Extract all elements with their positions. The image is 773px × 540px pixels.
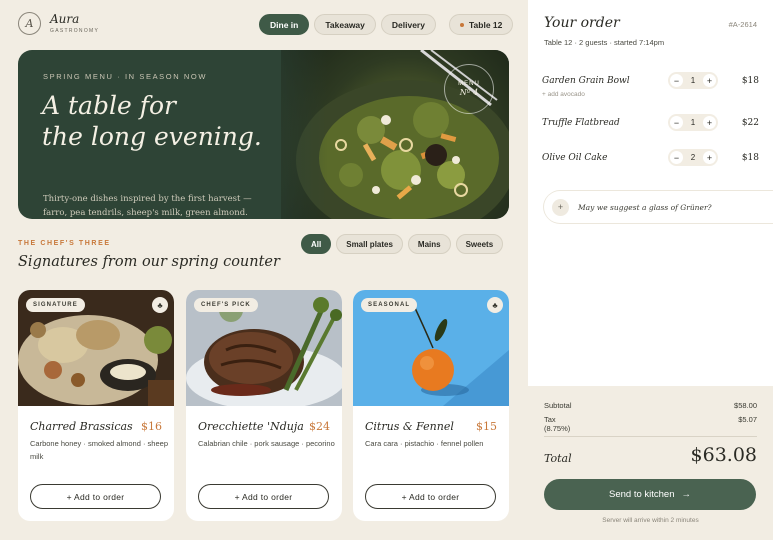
increment-button[interactable]: + bbox=[702, 74, 716, 87]
tax-row: Tax (8.75%) $5.07 bbox=[544, 415, 757, 433]
hero-description: Thirty-one dishes inspired by the first … bbox=[43, 194, 252, 218]
section-kicker: THE CHEF'S THREE bbox=[18, 240, 111, 247]
diet-icon[interactable]: ♣ bbox=[152, 297, 168, 313]
menu-number-badge[interactable]: MENU Nº 4 bbox=[444, 64, 494, 114]
order-panel: Your order #A-2614 Table 12 · 2 guests ·… bbox=[528, 0, 773, 386]
total-value: $63.08 bbox=[690, 444, 757, 466]
server-eta-note: Server will arrive within 2 minutes bbox=[602, 517, 699, 524]
send-label: Send to kitchen bbox=[609, 489, 675, 500]
filter-sweets[interactable]: Sweets bbox=[455, 234, 504, 254]
service-mode-switch: Dine in Takeaway Delivery bbox=[259, 14, 436, 35]
order-id: #A-2614 bbox=[728, 20, 757, 29]
decrement-button[interactable]: − bbox=[670, 116, 683, 129]
add-to-order-button[interactable]: + Add to order bbox=[198, 484, 329, 509]
table-status-dot bbox=[460, 22, 464, 27]
dish-name: Orecchiette 'Nduja bbox=[198, 420, 304, 433]
tax-label: Tax bbox=[544, 415, 556, 424]
order-meta: Table 12 · 2 guests · started 7:14pm bbox=[544, 38, 665, 47]
dish-description: Carbone honey · smoked almond · sheep mi… bbox=[30, 439, 168, 461]
dish-description: Calabrian chile · pork sausage · pecorin… bbox=[198, 439, 335, 448]
brand-name: Aura bbox=[50, 12, 80, 26]
dish-card[interactable]: SEASONAL ♣ Citrus & Fennel $15 Cara cara… bbox=[353, 290, 509, 521]
item-name: Olive Oil Cake bbox=[542, 153, 608, 163]
filter-small-plates[interactable]: Small plates bbox=[336, 234, 403, 254]
quantity-stepper: − 1 + bbox=[668, 114, 718, 131]
mode-dine-in[interactable]: Dine in bbox=[259, 14, 310, 35]
dish-card[interactable]: SIGNATURE ♣ Charred Brassicas $16 Carbon… bbox=[18, 290, 174, 521]
brand-logo-mark: A bbox=[18, 12, 41, 35]
item-modifier[interactable]: + add avocado bbox=[542, 91, 585, 98]
dish-description: Cara cara · pistachio · fennel pollen bbox=[365, 439, 484, 448]
suggestion-text: May we suggest a glass of Grüner? bbox=[578, 202, 712, 212]
send-to-kitchen-button[interactable]: Send to kitchen → bbox=[544, 479, 756, 510]
mode-takeaway[interactable]: Takeaway bbox=[314, 14, 376, 35]
hero-kicker: SPRING MENU · IN SEASON NOW bbox=[43, 72, 208, 81]
table-selector[interactable]: Table 12 bbox=[449, 14, 514, 35]
item-quantity: 2 bbox=[690, 153, 696, 162]
dish-price: $16 bbox=[141, 420, 162, 433]
add-to-order-button[interactable]: + Add to order bbox=[365, 484, 496, 509]
decrement-button[interactable]: − bbox=[670, 151, 683, 164]
hero-banner: SPRING MENU · IN SEASON NOW A table for … bbox=[18, 50, 509, 219]
brand[interactable]: A Aura GASTRONOMY bbox=[18, 12, 99, 35]
tax-rate: (8.75%) bbox=[544, 424, 571, 433]
totals-divider bbox=[544, 436, 757, 437]
item-quantity: 1 bbox=[690, 118, 696, 127]
mode-delivery[interactable]: Delivery bbox=[380, 14, 436, 35]
hero-title: A table for the long evening. bbox=[42, 91, 262, 151]
dish-card[interactable]: CHEF'S PICK Orecchiette 'Nduja $24 Calab… bbox=[186, 290, 342, 521]
section-title: Signatures from our spring counter bbox=[18, 254, 280, 270]
card-tag: CHEF'S PICK bbox=[194, 298, 258, 312]
dish-name: Citrus & Fennel bbox=[365, 420, 454, 433]
category-filters: All Small plates Mains Sweets bbox=[301, 234, 504, 254]
item-price: $22 bbox=[741, 118, 759, 128]
arrow-right-icon: → bbox=[681, 489, 692, 500]
order-totals: Subtotal $58.00 Tax (8.75%) $5.07 Total … bbox=[528, 386, 773, 540]
add-icon: + bbox=[552, 198, 569, 216]
increment-button[interactable]: + bbox=[702, 151, 716, 164]
quantity-stepper: − 2 + bbox=[668, 149, 718, 166]
diet-icon[interactable]: ♣ bbox=[487, 297, 503, 313]
add-to-order-button[interactable]: + Add to order bbox=[30, 484, 161, 509]
filter-mains[interactable]: Mains bbox=[407, 234, 451, 254]
dish-name: Charred Brassicas bbox=[30, 420, 133, 433]
order-title: Your order bbox=[544, 15, 620, 31]
tax-value: $5.07 bbox=[738, 415, 757, 424]
item-price: $18 bbox=[741, 76, 759, 86]
card-tag: SIGNATURE bbox=[26, 298, 85, 312]
increment-button[interactable]: + bbox=[702, 116, 716, 129]
total-label: Total bbox=[544, 452, 572, 465]
item-quantity: 1 bbox=[690, 76, 696, 85]
table-label: Table 12 bbox=[469, 19, 503, 30]
quantity-stepper: − 1 + bbox=[668, 72, 718, 89]
item-name: Garden Grain Bowl bbox=[542, 76, 630, 86]
subtotal-row: Subtotal $58.00 bbox=[544, 401, 757, 410]
brand-subtitle: GASTRONOMY bbox=[50, 28, 100, 34]
subtotal-label: Subtotal bbox=[544, 401, 572, 410]
filter-all[interactable]: All bbox=[301, 234, 332, 254]
item-price: $18 bbox=[741, 153, 759, 163]
dish-price: $24 bbox=[309, 420, 330, 433]
decrement-button[interactable]: − bbox=[670, 74, 683, 87]
pairing-suggestion[interactable]: + May we suggest a glass of Grüner? bbox=[544, 191, 773, 223]
dish-price: $15 bbox=[476, 420, 497, 433]
card-tag: SEASONAL bbox=[361, 298, 418, 312]
subtotal-value: $58.00 bbox=[734, 401, 757, 410]
item-name: Truffle Flatbread bbox=[542, 118, 620, 128]
